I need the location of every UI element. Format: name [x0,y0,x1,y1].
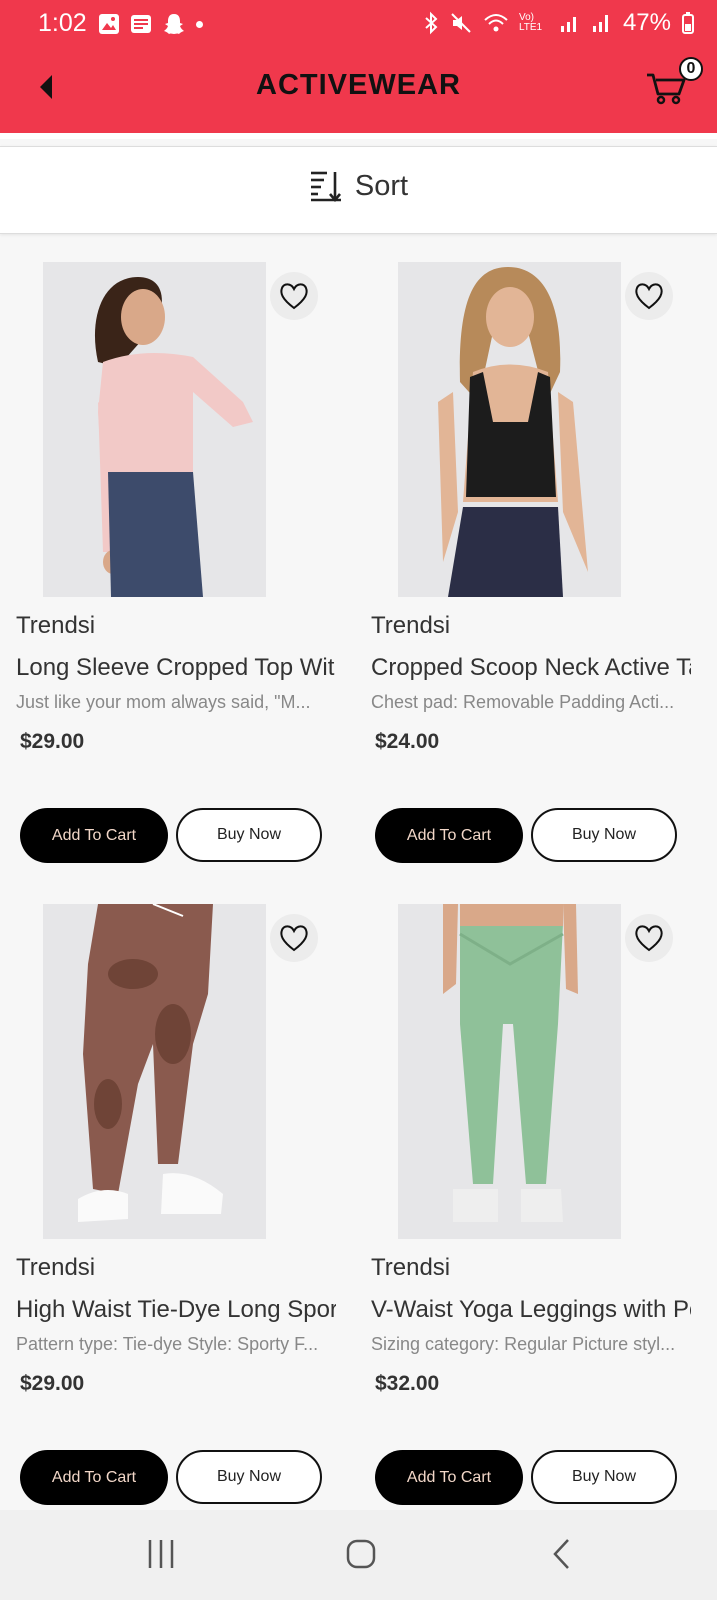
add-to-cart-button[interactable]: Add To Cart [20,1450,168,1505]
product-name[interactable]: V-Waist Yoga Leggings with Pockets [371,1296,691,1328]
product-description: Sizing category: Regular Picture styl... [371,1334,676,1354]
product-name[interactable]: Cropped Scoop Neck Active Tank Top [371,654,691,686]
network-label: Vo) LTE1 [518,12,543,33]
home-icon [346,1539,376,1569]
product-description: Pattern type: Tie-dye Style: Sporty F... [16,1334,319,1354]
mute-icon [451,13,471,33]
product-brand: Trendsi [371,612,451,639]
heart-icon [635,925,663,952]
product-photo-tie-dye-leggings [43,904,266,1239]
battery-percent: 47% [622,9,671,36]
favorite-button[interactable] [625,914,673,962]
system-nav-bar [0,1510,717,1600]
product-card[interactable]: Trendsi Long Sleeve Cropped Top With Spo… [0,262,340,882]
buy-now-button[interactable]: Buy Now [531,1450,677,1504]
favorite-button[interactable] [625,272,673,320]
wifi-icon [484,14,508,32]
product-brand: Trendsi [371,1254,451,1281]
sort-bar[interactable]: Sort [0,146,717,234]
buy-now-button[interactable]: Buy Now [176,808,322,862]
product-card[interactable]: Trendsi Cropped Scoop Neck Active Tank T… [355,262,695,882]
product-card[interactable]: Trendsi High Waist Tie-Dye Long Sports P… [0,904,340,1524]
cart-count-badge: 0 [679,57,703,81]
header-divider [0,133,717,139]
recent-apps-button[interactable] [146,1538,176,1575]
system-icons: Vo) LTE1 47% [423,9,695,37]
notification-icons [98,12,203,36]
product-description: Chest pad: Removable Padding Acti... [371,692,675,712]
product-image[interactable] [43,262,266,597]
product-photo-pink-top [43,262,266,597]
sort-button[interactable]: Sort [0,169,717,203]
add-to-cart-button[interactable]: Add To Cart [375,808,523,863]
snapchat-icon [164,14,184,34]
page-title: ACTIVEWEAR [256,69,461,101]
product-brand: Trendsi [16,612,96,639]
sort-icon [310,171,341,203]
nav-bar: ACTIVEWEAR 0 [0,55,717,125]
battery-icon [682,12,694,34]
heart-icon [280,283,308,310]
sort-label: Sort [354,169,409,202]
signal-icon [592,15,608,32]
product-name[interactable]: High Waist Tie-Dye Long Sports Pants [16,1296,336,1328]
chevron-left-icon [553,1539,569,1569]
add-to-cart-button[interactable]: Add To Cart [375,1450,523,1505]
product-image[interactable] [398,262,621,597]
status-time: 1:02 [38,9,87,37]
news-icon [131,15,151,33]
favorite-button[interactable] [270,272,318,320]
heart-icon [280,925,308,952]
app-header: 1:02 Vo) LTE1 47% ACTIVEWEAR 0 [0,0,717,133]
status-bar: 1:02 Vo) LTE1 47% [0,0,717,50]
product-image[interactable] [43,904,266,1239]
favorite-button[interactable] [270,914,318,962]
product-name[interactable]: Long Sleeve Cropped Top With Sports Stra… [16,654,336,686]
bluetooth-icon [425,11,438,35]
product-price: $24.00 [375,730,440,753]
add-to-cart-button[interactable]: Add To Cart [20,808,168,863]
recent-apps-icon [148,1540,174,1568]
buy-now-button[interactable]: Buy Now [176,1450,322,1504]
product-price: $29.00 [20,1372,85,1395]
heart-icon [635,283,663,310]
product-price: $32.00 [375,1372,440,1395]
buy-now-button[interactable]: Buy Now [531,808,677,862]
product-photo-black-tank [398,262,621,597]
product-brand: Trendsi [16,1254,96,1281]
product-photo-green-leggings [398,904,621,1239]
product-card[interactable]: Trendsi V-Waist Yoga Leggings with Pocke… [355,904,695,1524]
system-back-button[interactable] [550,1538,574,1575]
product-description: Just like your mom always said, "M... [16,692,311,712]
signal-icon [560,17,576,32]
home-button[interactable] [345,1538,377,1575]
product-price: $29.00 [20,730,85,753]
gallery-icon [99,14,119,34]
dot-icon [196,20,203,28]
product-image[interactable] [398,904,621,1239]
